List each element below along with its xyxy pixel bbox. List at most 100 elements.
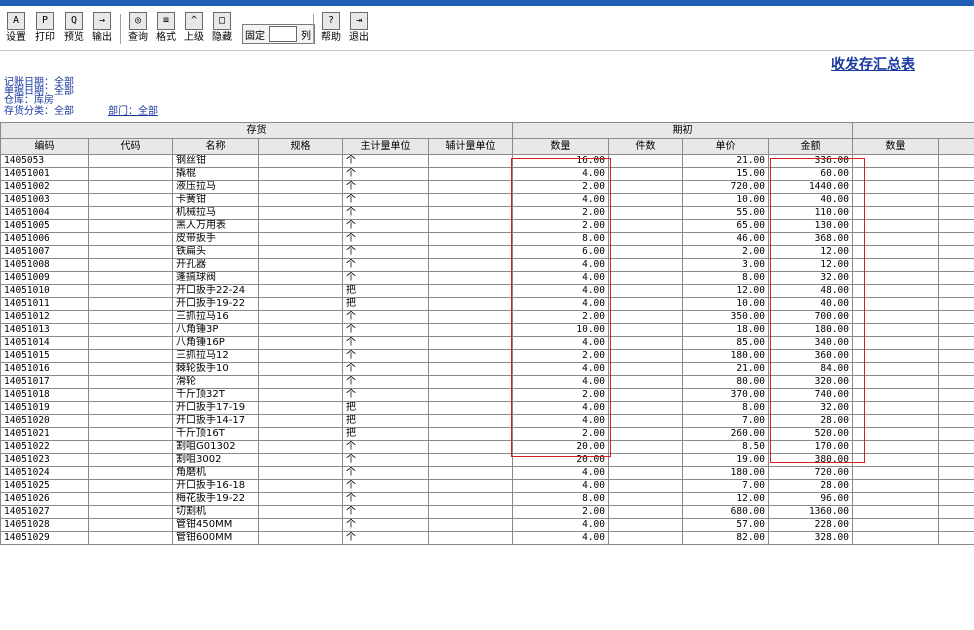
amount-cell: 32.00 [768,271,853,285]
column-header[interactable]: 编码 [0,138,89,155]
unit-price-cell: 21.00 [682,362,769,376]
aux-unit-cell [428,180,513,194]
column-header[interactable]: 名称 [172,138,259,155]
alt-code-cell [88,336,173,350]
table-row[interactable]: 14051021 千斤顶16T 把 2.00 260.00 520.00 [0,427,974,441]
amount-cell: 360.00 [768,349,853,363]
table-row[interactable]: 14051028 管钳450MM 个 4.00 57.00 228.00 [0,518,974,532]
summary-grid[interactable]: 存货 期初 编码代码名称规格主计量单位辅计量单位数量件数单价金额数量件 1405… [0,122,974,630]
table-row[interactable]: 14051014 八角锤16P 个 4.00 85.00 340.00 [0,336,974,350]
piece-count-cell [608,167,683,181]
table-row[interactable]: 14051005 黑人万用表 个 2.00 65.00 130.00 [0,219,974,233]
table-row[interactable]: 14051019 开口扳手17-19 把 4.00 8.00 32.00 [0,401,974,415]
next-quantity-cell [852,388,939,402]
code-cell: 14051026 [0,492,89,506]
table-row[interactable]: 14051007 铁扁头 个 6.00 2.00 12.00 [0,245,974,259]
table-row[interactable]: 14051025 开口扳手16-18 个 4.00 7.00 28.00 [0,479,974,493]
name-cell: 开口扳手22-24 [172,284,259,298]
unit-price-cell: 720.00 [682,180,769,194]
column-header[interactable]: 辅计量单位 [428,138,513,155]
table-row[interactable]: 14051001 撬棍 个 4.00 15.00 60.00 [0,167,974,181]
table-row[interactable]: 14051015 三抓拉马12 个 2.00 180.00 360.00 [0,349,974,363]
table-row[interactable]: 14051029 管钳600MM 个 4.00 82.00 328.00 [0,531,974,545]
next-piece-cell [938,245,974,259]
quantity-cell: 4.00 [512,258,609,272]
table-row[interactable]: 14051027 切割机 个 2.00 680.00 1360.00 [0,505,974,519]
table-row[interactable]: 14051017 滑轮 个 4.00 80.00 320.00 [0,375,974,389]
name-cell: 开孔器 [172,258,259,272]
next-quantity-cell [852,518,939,532]
amount-cell: 40.00 [768,193,853,207]
table-row[interactable]: 14051009 蓬搞球阀 个 4.00 8.00 32.00 [0,271,974,285]
aux-unit-cell [428,531,513,545]
print-button[interactable]: P 打印 [33,12,57,48]
column-header[interactable]: 件 [938,138,974,155]
preview-button[interactable]: Q 预览 [62,12,86,48]
fixed-columns-input[interactable] [269,26,297,42]
spec-cell [258,349,343,363]
amount-cell: 28.00 [768,479,853,493]
alt-code-cell [88,479,173,493]
table-row[interactable]: 14051002 液压拉马 个 2.00 720.00 1440.00 [0,180,974,194]
settings-button[interactable]: A 设置 [4,12,28,48]
column-header[interactable]: 数量 [512,138,609,155]
table-row[interactable]: 1405053 钢丝钳 个 16.00 21.00 336.00 [0,154,974,168]
column-header[interactable]: 主计量单位 [342,138,429,155]
table-row[interactable]: 14051023 割咀3002 个 20.00 19.00 380.00 [0,453,974,467]
binoculars-icon: ◎ [129,12,147,30]
name-cell: 棘轮扳手10 [172,362,259,376]
next-quantity-cell [852,531,939,545]
unit-cell: 个 [342,167,429,181]
table-row[interactable]: 14051004 机械拉马 个 2.00 55.00 110.00 [0,206,974,220]
up-level-button[interactable]: ^ 上级 [182,12,206,48]
amount-cell: 170.00 [768,440,853,454]
column-header[interactable]: 金额 [768,138,853,155]
next-piece-cell [938,258,974,272]
alt-code-cell [88,258,173,272]
table-row[interactable]: 14051016 棘轮扳手10 个 4.00 21.00 84.00 [0,362,974,376]
table-row[interactable]: 14051008 开孔器 个 4.00 3.00 12.00 [0,258,974,272]
help-button[interactable]: ? 帮助 [319,12,343,48]
format-button[interactable]: ≡ 格式 [154,12,178,48]
unit-price-cell: 82.00 [682,531,769,545]
hide-button[interactable]: □ 隐藏 [210,12,234,48]
unit-cell: 个 [342,388,429,402]
unit-price-cell: 12.00 [682,492,769,506]
unit-price-cell: 18.00 [682,323,769,337]
table-row[interactable]: 14051003 卡簧钳 个 4.00 10.00 40.00 [0,193,974,207]
alt-code-cell [88,518,173,532]
export-button[interactable]: → 输出 [90,12,114,48]
name-cell: 钢丝钳 [172,154,259,168]
table-row[interactable]: 14051024 角磨机 个 4.00 180.00 720.00 [0,466,974,480]
next-quantity-cell [852,219,939,233]
table-row[interactable]: 14051022 割咀G01302 个 20.00 8.50 170.00 [0,440,974,454]
department-filter-link[interactable]: 部门：全部 [108,107,158,117]
query-button[interactable]: ◎ 查询 [126,12,150,48]
table-row[interactable]: 14051006 皮带扳手 个 8.00 46.00 368.00 [0,232,974,246]
table-row[interactable]: 14051012 三抓拉马16 个 2.00 350.00 700.00 [0,310,974,324]
spec-cell [258,401,343,415]
piece-count-cell [608,154,683,168]
column-header[interactable]: 单价 [682,138,769,155]
spec-cell [258,297,343,311]
quantity-cell: 16.00 [512,154,609,168]
table-row[interactable]: 14051011 开口扳手19-22 把 4.00 10.00 40.00 [0,297,974,311]
quantity-cell: 4.00 [512,414,609,428]
column-header[interactable]: 件数 [608,138,683,155]
column-header[interactable]: 数量 [852,138,939,155]
code-cell: 14051016 [0,362,89,376]
column-header[interactable]: 规格 [258,138,343,155]
table-row[interactable]: 14051020 开口扳手14-17 把 4.00 7.00 28.00 [0,414,974,428]
unit-price-cell: 260.00 [682,427,769,441]
code-cell: 14051005 [0,219,89,233]
table-row[interactable]: 14051010 开口扳手22-24 把 4.00 12.00 48.00 [0,284,974,298]
unit-cell: 个 [342,206,429,220]
next-piece-cell [938,505,974,519]
table-row[interactable]: 14051018 千斤顶32T 个 2.00 370.00 740.00 [0,388,974,402]
column-header[interactable]: 代码 [88,138,173,155]
table-row[interactable]: 14051013 八角锤3P 个 10.00 18.00 180.00 [0,323,974,337]
unit-cell: 个 [342,440,429,454]
exit-button[interactable]: ⇥ 退出 [347,12,371,48]
quantity-cell: 2.00 [512,349,609,363]
table-row[interactable]: 14051026 梅花扳手19-22 个 8.00 12.00 96.00 [0,492,974,506]
